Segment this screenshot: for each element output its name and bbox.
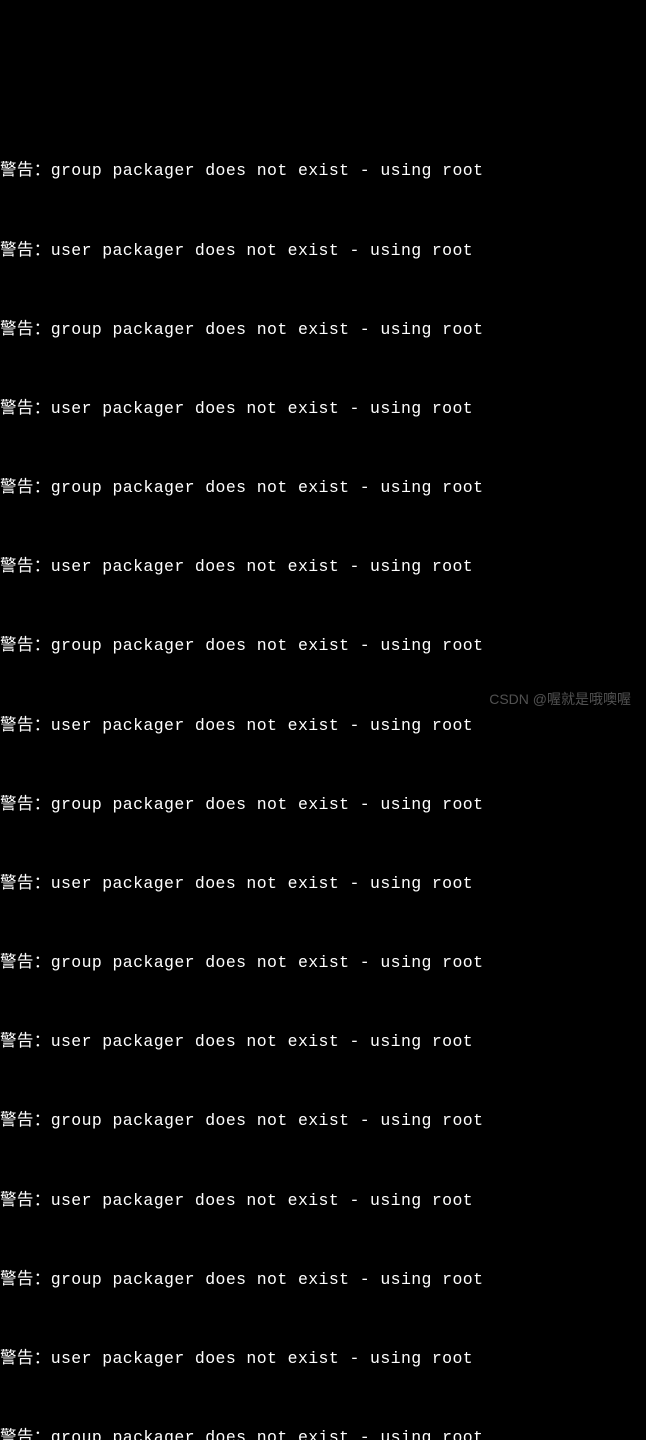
warning-line: 警告：user packager does not exist - using … (0, 396, 646, 422)
terminal-output: 警告：group packager does not exist - using… (0, 106, 646, 1440)
warning-line: 警告：user packager does not exist - using … (0, 1029, 646, 1055)
warning-line: 警告：group packager does not exist - using… (0, 950, 646, 976)
warning-line: 警告：user packager does not exist - using … (0, 1188, 646, 1214)
warning-line: 警告：group packager does not exist - using… (0, 792, 646, 818)
warning-line: 警告：user packager does not exist - using … (0, 713, 646, 739)
warning-line: 警告：group packager does not exist - using… (0, 475, 646, 501)
warning-line: 警告：user packager does not exist - using … (0, 1346, 646, 1372)
warning-line: 警告：group packager does not exist - using… (0, 633, 646, 659)
warning-line: 警告：group packager does not exist - using… (0, 317, 646, 343)
warning-line: 警告：user packager does not exist - using … (0, 238, 646, 264)
watermark-text: CSDN @喔就是哦噢喔 (489, 688, 631, 710)
warning-line: 警告：user packager does not exist - using … (0, 871, 646, 897)
warning-line: 警告：group packager does not exist - using… (0, 1425, 646, 1440)
warning-line: 警告：group packager does not exist - using… (0, 1108, 646, 1134)
warning-line: 警告：group packager does not exist - using… (0, 1267, 646, 1293)
warning-line: 警告：group packager does not exist - using… (0, 158, 646, 184)
warning-line: 警告：user packager does not exist - using … (0, 554, 646, 580)
